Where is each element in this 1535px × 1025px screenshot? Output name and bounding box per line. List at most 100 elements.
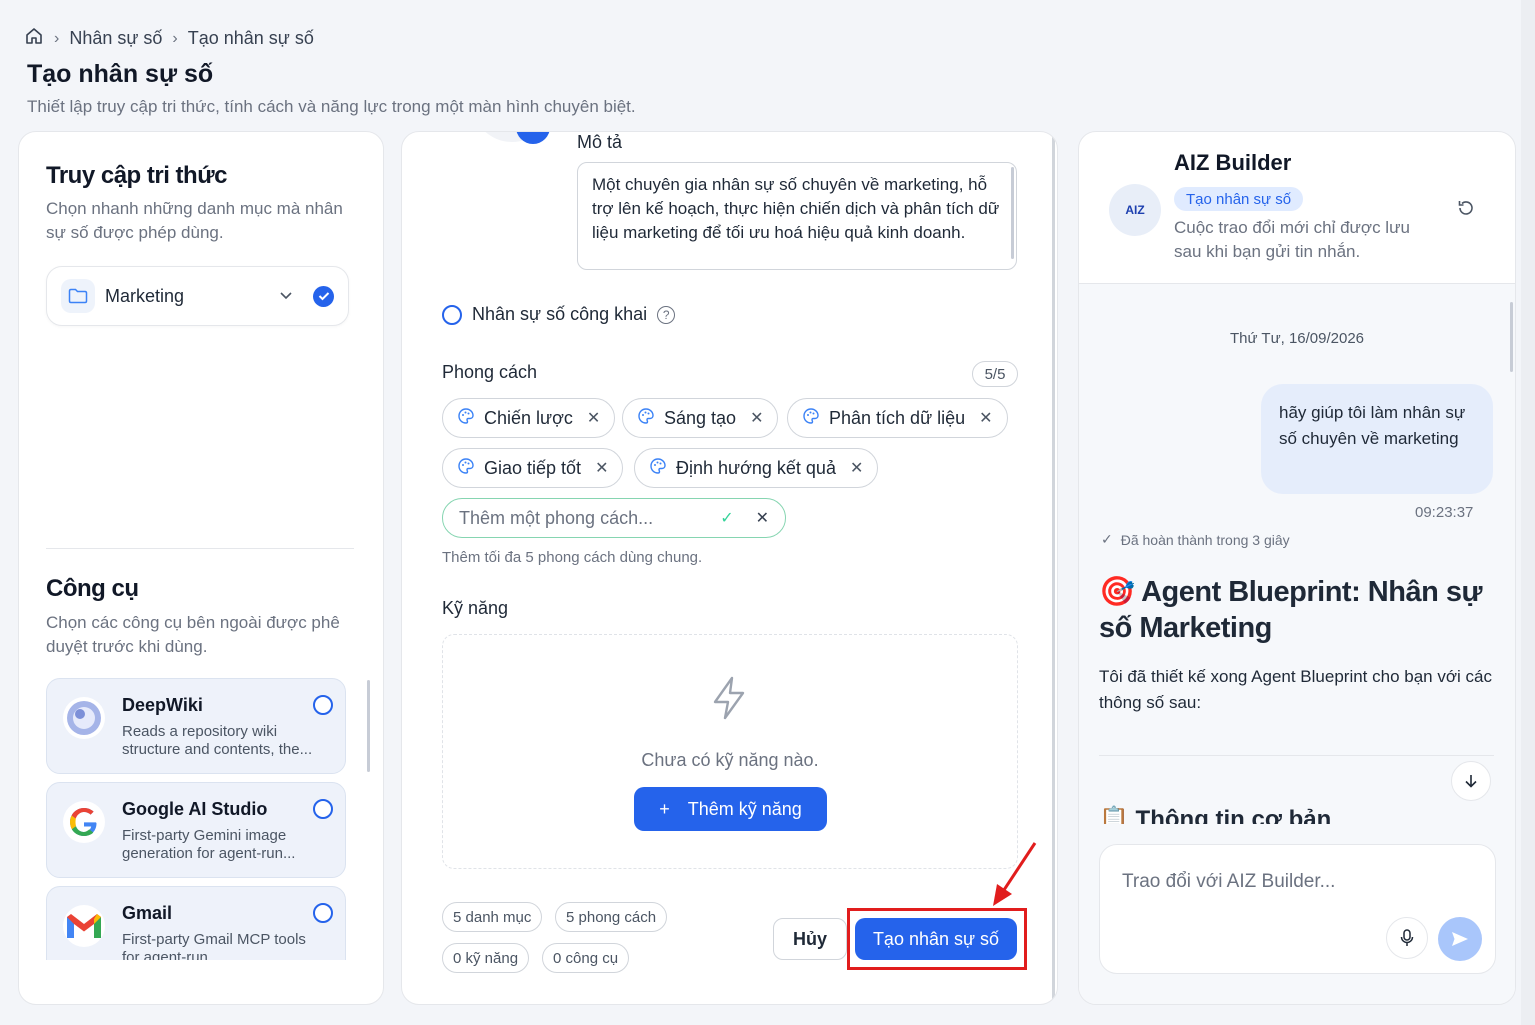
palette-icon bbox=[457, 407, 475, 430]
style-chip: Sáng tạo ✕ bbox=[622, 398, 779, 438]
add-style-input[interactable]: Thêm một phong cách... ✓ ✕ bbox=[442, 498, 786, 538]
page-subtitle: Thiết lập truy cập tri thức, tính cách v… bbox=[27, 97, 636, 116]
style-chip: Phân tích dữ liệu ✕ bbox=[787, 398, 1008, 438]
tool-select-radio[interactable] bbox=[313, 799, 333, 819]
add-style-placeholder: Thêm một phong cách... bbox=[459, 507, 654, 528]
description-textarea[interactable]: Một chuyên gia nhân sự số chuyên về mark… bbox=[577, 162, 1017, 270]
check-circle-icon[interactable] bbox=[313, 285, 334, 307]
check-icon: ✓ bbox=[1101, 531, 1113, 547]
style-chip-label: Chiến lược bbox=[484, 407, 573, 428]
chat-panel: AIZ AIZ Builder Tạo nhân sự số Cuộc trao… bbox=[1078, 131, 1516, 1005]
close-icon[interactable]: ✕ bbox=[750, 408, 763, 428]
tool-desc: First-party Gemini image generation for … bbox=[122, 827, 296, 862]
close-icon[interactable]: ✕ bbox=[756, 508, 769, 528]
close-icon[interactable]: ✕ bbox=[587, 408, 600, 428]
tool-item-google-ai-studio[interactable]: Google AI Studio First-party Gemini imag… bbox=[46, 782, 346, 878]
textarea-scrollbar[interactable] bbox=[1011, 167, 1014, 259]
highlight-box bbox=[847, 908, 1027, 970]
tool-item-deepwiki[interactable]: DeepWiki Reads a repository wiki structu… bbox=[46, 678, 346, 774]
microphone-icon[interactable] bbox=[1386, 917, 1428, 959]
divider bbox=[46, 548, 354, 549]
breadcrumb-item-digital-staff[interactable]: Nhân sự số bbox=[69, 28, 162, 49]
style-chip-label: Định hướng kết quả bbox=[676, 457, 836, 478]
style-chip: Chiến lược ✕ bbox=[442, 398, 616, 438]
check-icon[interactable]: ✓ bbox=[720, 508, 733, 528]
gmail-logo-icon bbox=[63, 905, 105, 947]
style-chip: Định hướng kết quả ✕ bbox=[634, 448, 879, 488]
breadcrumb: › Nhân sự số › Tạo nhân sự số bbox=[24, 26, 314, 51]
tool-name: DeepWiki bbox=[122, 695, 203, 715]
description-label: Mô tả bbox=[577, 132, 623, 152]
knowledge-item-marketing[interactable]: Marketing bbox=[46, 266, 349, 326]
google-logo-icon bbox=[63, 801, 105, 843]
chat-title: AIZ Builder bbox=[1174, 150, 1292, 175]
chat-badge: Tạo nhân sự số bbox=[1174, 187, 1304, 211]
plus-icon: + bbox=[659, 798, 670, 819]
help-icon[interactable]: ? bbox=[657, 305, 676, 324]
close-icon[interactable]: ✕ bbox=[595, 458, 608, 478]
stat-badge: 0 công cụ bbox=[542, 943, 630, 973]
stat-badge: 5 phong cách bbox=[555, 902, 668, 932]
chat-header: AIZ AIZ Builder Tạo nhân sự số Cuộc trao… bbox=[1079, 132, 1515, 284]
cancel-button[interactable]: Hủy bbox=[773, 918, 847, 960]
aiz-logo: AIZ bbox=[1109, 184, 1161, 236]
chat-date: Thứ Tư, 16/09/2026 bbox=[1229, 330, 1365, 347]
style-chip: Giao tiếp tốt ✕ bbox=[442, 448, 624, 488]
send-icon[interactable] bbox=[1438, 917, 1482, 961]
completion-text: Đã hoàn thành trong 3 giây bbox=[1120, 531, 1290, 548]
tool-desc: Reads a repository wiki structure and co… bbox=[122, 723, 313, 758]
chat-note: Cuộc trao đổi mới chỉ được lưu sau khi b… bbox=[1174, 218, 1410, 261]
knowledge-item-label: Marketing bbox=[105, 285, 185, 306]
deepwiki-logo-icon bbox=[63, 697, 105, 739]
style-chip-label: Phân tích dữ liệu bbox=[829, 407, 966, 428]
form-panel: Mô tả Một chuyên gia nhân sự số chuyên v… bbox=[401, 131, 1058, 1005]
blueprint-title: 🎯 Agent Blueprint: Nhân sự số Marketing bbox=[1099, 576, 1482, 644]
skills-empty-box: Chưa có kỹ năng nào. + Thêm kỹ năng bbox=[442, 634, 1018, 869]
palette-icon bbox=[649, 457, 667, 480]
tools-title: Công cụ bbox=[46, 575, 139, 602]
user-message: hãy giúp tôi làm nhân sự số chuyên về ma… bbox=[1261, 384, 1493, 494]
style-hint: Thêm tối đa 5 phong cách dùng chung. bbox=[442, 549, 703, 566]
chevron-right-icon: › bbox=[172, 29, 178, 47]
breadcrumb-item-current: Tạo nhân sự số bbox=[187, 28, 314, 48]
lightning-icon bbox=[709, 675, 749, 726]
page-title: Tạo nhân sự số bbox=[27, 60, 214, 88]
public-label: Nhân sự số công khai bbox=[472, 304, 648, 324]
message-time: 09:23:37 bbox=[1415, 504, 1474, 521]
skills-empty-text: Chưa có kỹ năng nào. bbox=[641, 750, 819, 770]
tool-select-radio[interactable] bbox=[313, 695, 333, 715]
palette-icon bbox=[457, 457, 475, 480]
composer-placeholder: Trao đổi với AIZ Builder... bbox=[1122, 871, 1336, 892]
window-scrollbar-track[interactable] bbox=[1521, 0, 1535, 1025]
tool-select-radio[interactable] bbox=[313, 903, 333, 923]
add-skill-label: Thêm kỹ năng bbox=[687, 798, 802, 819]
tool-item-gmail[interactable]: Gmail First-party Gmail MCP tools for ag… bbox=[46, 886, 346, 960]
scroll-down-button[interactable] bbox=[1451, 761, 1491, 801]
style-chip-label: Sáng tạo bbox=[664, 407, 737, 428]
knowledge-desc: Chọn nhanh những danh mục mà nhân sự số … bbox=[46, 199, 343, 242]
close-icon[interactable]: ✕ bbox=[850, 458, 863, 478]
public-radio[interactable] bbox=[442, 304, 462, 325]
close-icon[interactable]: ✕ bbox=[979, 408, 992, 428]
tools-scrollbar[interactable] bbox=[367, 680, 370, 772]
tools-desc: Chọn các công cụ bên ngoài được phê duyệ… bbox=[46, 613, 340, 656]
style-label: Phong cách bbox=[442, 362, 538, 382]
chat-body: Thứ Tư, 16/09/2026 hãy giúp tôi làm nhân… bbox=[1079, 284, 1515, 1004]
divider bbox=[1099, 755, 1494, 756]
tools-list[interactable]: DeepWiki Reads a repository wiki structu… bbox=[46, 678, 356, 960]
chat-composer[interactable]: Trao đổi với AIZ Builder... bbox=[1099, 844, 1496, 974]
form-scrollbar[interactable] bbox=[1052, 132, 1055, 1004]
knowledge-title: Truy cập tri thức bbox=[46, 162, 227, 189]
add-skill-button[interactable]: + Thêm kỹ năng bbox=[634, 787, 827, 831]
completion-status: ✓ Đã hoàn thành trong 3 giây bbox=[1101, 531, 1290, 548]
palette-icon bbox=[637, 407, 655, 430]
reset-icon[interactable] bbox=[1456, 198, 1476, 223]
style-chip-label: Giao tiếp tốt bbox=[484, 457, 582, 478]
avatar-edit-icon[interactable] bbox=[516, 132, 550, 144]
style-count-badge: 5/5 bbox=[972, 361, 1018, 387]
tool-name: Google AI Studio bbox=[122, 799, 268, 819]
public-toggle[interactable]: Nhân sự số công khai ? bbox=[442, 304, 676, 325]
chevron-down-icon[interactable] bbox=[279, 287, 293, 305]
home-icon[interactable] bbox=[24, 26, 44, 51]
chevron-right-icon: › bbox=[54, 29, 60, 47]
